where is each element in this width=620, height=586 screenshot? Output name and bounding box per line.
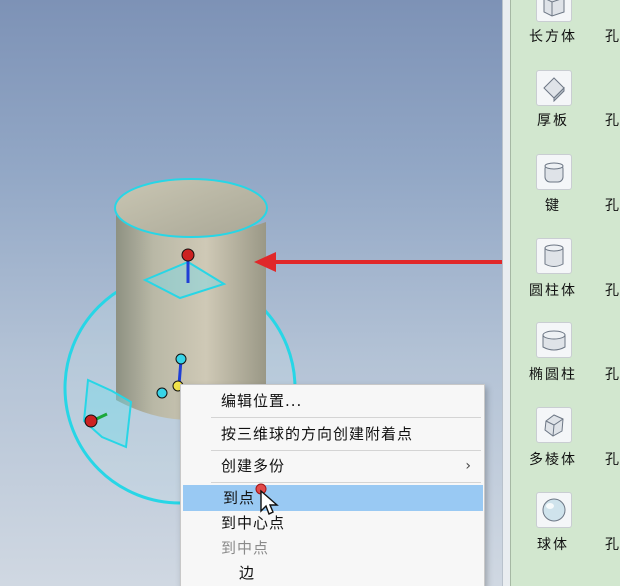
palette-label-cylinder[interactable]: 圆柱体 (511, 280, 595, 300)
palette-cut-label[interactable]: 孔 (605, 110, 620, 130)
elliptic-cylinder-icon[interactable] (536, 322, 572, 358)
panel-divider[interactable] (502, 0, 510, 586)
palette-cut-label[interactable]: 孔 (605, 195, 620, 215)
polyhedron-icon[interactable] (536, 407, 572, 443)
palette-cut-label[interactable]: 孔 (605, 26, 620, 46)
menu-item-edge[interactable]: 边 (181, 560, 484, 586)
palette-label-cuboid[interactable]: 长方体 (511, 26, 595, 46)
menu-item-create-copies[interactable]: 创建多份 › (181, 453, 484, 479)
palette-label-thick-plate[interactable]: 厚板 (511, 110, 595, 130)
menu-separator (211, 417, 481, 418)
triball-handle-inner-top (175, 353, 187, 365)
menu-item-to-point[interactable]: 到点 (183, 485, 483, 511)
menu-separator (211, 450, 481, 451)
palette-label-polyhedron[interactable]: 多棱体 (511, 449, 595, 469)
cuboid-icon[interactable] (536, 0, 572, 22)
thick-plate-icon[interactable] (536, 70, 572, 106)
palette-label-sphere[interactable]: 球体 (511, 534, 595, 554)
key-block-icon[interactable] (536, 154, 572, 190)
palette-cut-label[interactable]: 孔 (605, 449, 620, 469)
menu-item-to-midpoint: 到中点 (221, 539, 270, 557)
triball-handle-inner-left (156, 387, 168, 399)
cylinder-icon[interactable] (536, 238, 572, 274)
context-menu: 编辑位置... 按三维球的方向创建附着点 创建多份 › 到点 到中心点 到中点 … (180, 384, 485, 586)
palette-cut-label[interactable]: 孔 (605, 280, 620, 300)
design-element-palette: 长方体 孔 厚板 孔 键 孔 圆柱体 孔 椭圆柱 孔 多棱体 孔 球体 孔 (510, 0, 620, 586)
menu-item-to-center-point[interactable]: 到中心点 (181, 510, 484, 536)
menu-item-edit-position[interactable]: 编辑位置... (181, 388, 484, 414)
sphere-icon[interactable] (536, 492, 572, 528)
menu-item-create-copies-label: 创建多份 (221, 457, 286, 475)
cylinder-top-face (114, 178, 268, 238)
palette-label-elliptic-cylinder[interactable]: 椭圆柱 (511, 364, 595, 384)
menu-separator (211, 482, 481, 483)
submenu-arrow-icon: › (465, 458, 472, 474)
palette-cut-label[interactable]: 孔 (605, 534, 620, 554)
triball-handle-left (84, 414, 98, 428)
mouse-cursor-icon (255, 483, 279, 515)
palette-label-key[interactable]: 键 (511, 195, 595, 215)
menu-item-create-attach-point[interactable]: 按三维球的方向创建附着点 (181, 421, 484, 447)
triball-handle-top (181, 248, 195, 262)
palette-cut-label[interactable]: 孔 (605, 364, 620, 384)
